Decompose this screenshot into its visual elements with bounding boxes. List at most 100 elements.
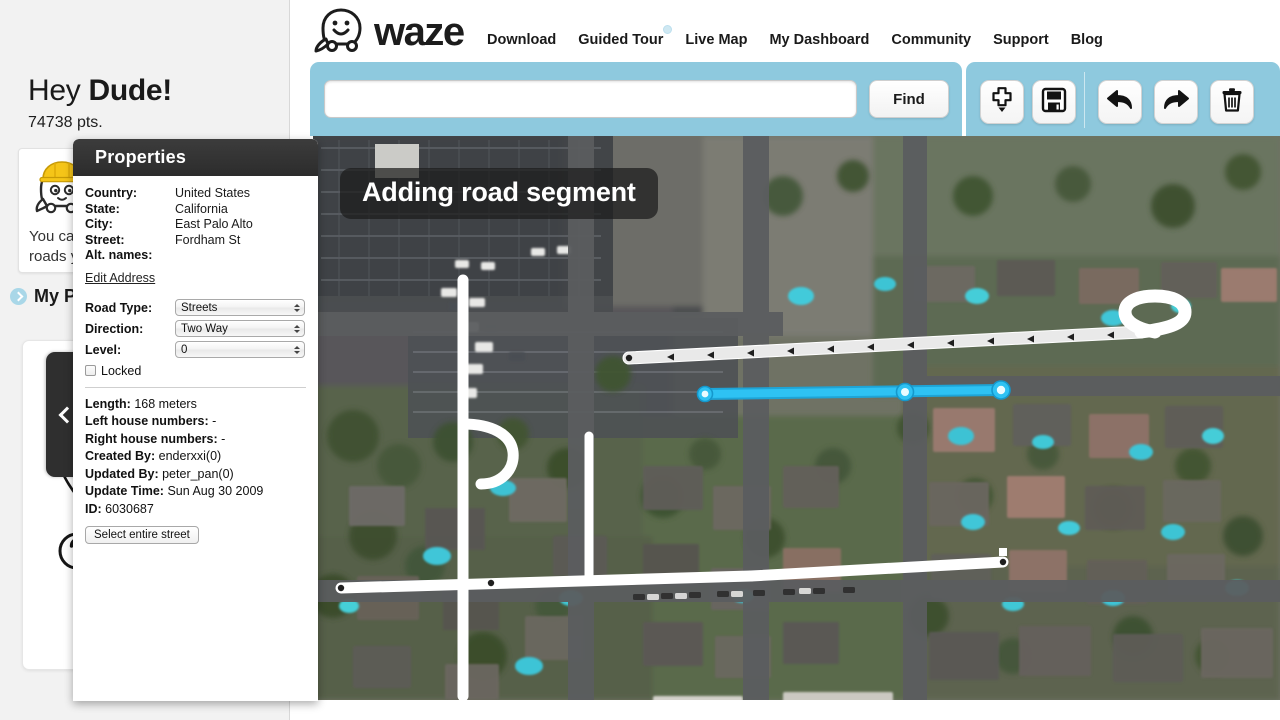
stepper-arrows-icon [293, 342, 300, 357]
nav-item-support[interactable]: Support [993, 32, 1049, 48]
stat-right-house-numbers: Right house numbers: - [85, 431, 306, 449]
redo-button[interactable] [1154, 80, 1198, 124]
field-label: Road Type: [85, 300, 153, 315]
greeting-prefix: Hey [28, 74, 89, 107]
nav-item-download[interactable]: Download [487, 32, 556, 48]
undo-arrow-icon [1105, 86, 1135, 119]
nav-item-community[interactable]: Community [891, 32, 971, 48]
search-input[interactable] [324, 80, 857, 118]
address-value: United States [175, 186, 251, 200]
stat-length: Length: 168 meters [85, 396, 306, 414]
nav-item-live-map[interactable]: Live Map [685, 32, 747, 48]
toolbar-actions-group [966, 62, 1280, 136]
mode-banner: Adding road segment [340, 168, 658, 219]
nav-links: Download Guided Tour Live Map My Dashboa… [487, 25, 1103, 48]
stat-value: Sun Aug 30 2009 [167, 484, 264, 498]
trash-can-icon [1218, 86, 1246, 119]
stat-key: Created By: [85, 449, 156, 463]
field-row-level: Level: 0 [85, 340, 306, 360]
address-value [175, 248, 253, 264]
main-content: waze Download Guided Tour Live Map My Da… [290, 0, 1280, 720]
locked-checkbox[interactable] [85, 365, 96, 376]
sidebar-item-my-places[interactable]: My Pl [10, 286, 81, 307]
address-key: Country: [85, 186, 138, 200]
stat-key: ID: [85, 501, 102, 516]
table-row: State: California [85, 202, 253, 218]
stepper-arrows-icon [293, 300, 300, 315]
stat-left-house-numbers: Left house numbers: - [85, 413, 306, 431]
properties-panel: Properties Country: United States State:… [73, 139, 318, 701]
add-button[interactable] [980, 80, 1024, 124]
stat-key: Length: [85, 396, 131, 411]
address-key: State: [85, 201, 120, 216]
redo-arrow-icon [1161, 86, 1191, 119]
address-key: Alt. names: [85, 248, 153, 262]
address-table: Country: United States State: California… [85, 186, 253, 264]
address-value: California [175, 201, 228, 216]
road-type-select[interactable]: Streets [175, 299, 305, 316]
properties-panel-title: Properties [95, 147, 187, 167]
stat-key: Left house numbers: [85, 414, 209, 428]
stat-key: Updated By: [85, 466, 159, 481]
nav-item-label: Guided Tour [578, 32, 664, 48]
table-row: Street: Fordham St [85, 233, 253, 249]
find-button[interactable]: Find [869, 80, 949, 118]
nav-item-my-dashboard[interactable]: My Dashboard [769, 32, 869, 48]
properties-panel-header: Properties [73, 139, 318, 176]
stat-value: enderxxi(0) [158, 449, 222, 463]
waze-ghost-logo-icon [310, 4, 372, 61]
toolbar-search-group: Find [310, 62, 962, 136]
level-select[interactable]: 0 [175, 341, 305, 358]
field-label: Direction: [85, 321, 144, 336]
stat-value: - [221, 431, 226, 446]
locked-label: Locked [101, 363, 142, 378]
user-points: 74738 pts. [28, 114, 103, 131]
nav-item-blog[interactable]: Blog [1071, 32, 1103, 48]
direction-select[interactable]: Two Way [175, 320, 305, 337]
save-button[interactable] [1032, 80, 1076, 124]
address-value: Fordham St [175, 232, 241, 247]
chevron-circle-right-icon [10, 288, 27, 305]
select-entire-street-button[interactable]: Select entire street [85, 526, 199, 544]
direction-value: Two Way [181, 322, 228, 335]
field-row-direction: Direction: Two Way [85, 319, 306, 339]
undo-button[interactable] [1098, 80, 1142, 124]
map-viewport[interactable]: Adding road segment [313, 136, 1280, 700]
waze-wordmark: waze [374, 10, 465, 54]
stat-key: Right house numbers: [85, 431, 218, 446]
table-row: Country: United States [85, 186, 253, 202]
divider [85, 386, 306, 388]
stat-value: 168 meters [134, 396, 197, 411]
address-value: East Palo Alto [175, 217, 253, 231]
field-label: Level: [85, 342, 122, 357]
stat-updated-by: Updated By: peter_pan(0) [85, 466, 306, 484]
new-badge-icon [663, 25, 673, 34]
page-title: Hey Dude! [28, 74, 172, 108]
level-value: 0 [181, 343, 188, 356]
delete-button[interactable] [1210, 80, 1254, 124]
stat-value: peter_pan(0) [162, 466, 234, 481]
top-navigation: waze Download Guided Tour Live Map My Da… [290, 0, 1280, 62]
road-type-value: Streets [181, 301, 218, 314]
waze-logo[interactable]: waze [310, 4, 465, 61]
stat-created-by: Created By: enderxxi(0) [85, 448, 306, 466]
field-row-road-type: Road Type: Streets [85, 298, 306, 318]
floppy-disk-icon [1040, 86, 1068, 119]
table-row: Alt. names: [85, 248, 253, 264]
stepper-arrows-icon [293, 321, 300, 336]
segment-fields: Road Type: Streets Direction: Two Way Le… [85, 298, 306, 378]
editor-toolbar: Find [310, 62, 1280, 136]
greeting-name: Dude! [88, 74, 173, 107]
edit-address-link[interactable]: Edit Address [85, 271, 155, 285]
stat-update-time: Update Time: Sun Aug 30 2009 [85, 483, 306, 501]
plus-cross-icon [987, 85, 1017, 120]
stat-value: - [212, 414, 217, 428]
toolbar-divider [1084, 72, 1085, 128]
address-key: City: [85, 217, 113, 231]
locked-row[interactable]: Locked [85, 364, 306, 378]
stat-value: 6030687 [105, 501, 154, 516]
nav-item-guided-tour[interactable]: Guided Tour [578, 25, 673, 48]
stat-key: Update Time: [85, 484, 164, 498]
stat-id: ID: 6030687 [85, 501, 306, 519]
satellite-map-canvas[interactable] [313, 136, 1280, 700]
